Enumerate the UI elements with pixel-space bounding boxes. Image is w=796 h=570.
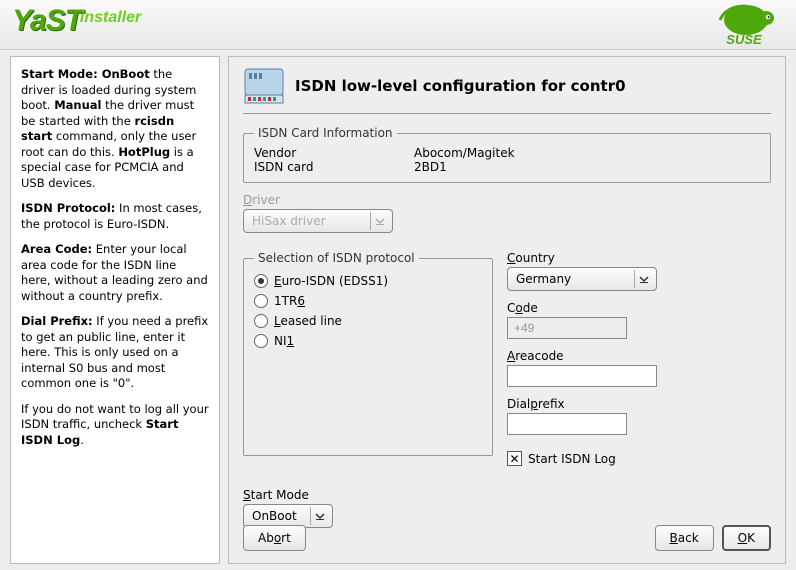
driver-label: Driver (243, 193, 771, 207)
dialprefix-label: Dialprefix (507, 397, 627, 411)
code-label: Code (507, 301, 627, 315)
help-panel: Start Mode: OnBoot the driver is loaded … (10, 56, 220, 564)
startmode-section: Start Mode OnBoot (243, 488, 771, 528)
chevron-down-icon (634, 270, 652, 288)
code-input (507, 317, 627, 339)
page-title: ISDN low-level configuration for contr0 (295, 77, 626, 95)
chevron-down-icon (310, 507, 328, 525)
footer: Abort Back OK (243, 525, 771, 551)
radio-icon (254, 314, 268, 328)
radio-euro-isdn[interactable]: Euro-ISDN (EDSS1) (254, 271, 482, 291)
areacode-label: Areacode (507, 349, 657, 363)
card-label: ISDN card (254, 160, 414, 174)
isdn-card-icon (243, 67, 285, 105)
ok-button[interactable]: OK (722, 525, 771, 551)
page-title-row: ISDN low-level configuration for contr0 (243, 67, 771, 114)
country-label: Country (507, 251, 657, 265)
areacode-input[interactable] (507, 365, 657, 387)
vendor-label: Vendor (254, 146, 414, 160)
header: YaSTinstaller SUSE (0, 0, 796, 50)
card-info-fieldset: ISDN Card Information Vendor Abocom/Magi… (243, 126, 771, 183)
main: Start Mode: OnBoot the driver is loaded … (0, 50, 796, 570)
country-dropdown[interactable]: Germany (507, 267, 657, 291)
radio-icon (254, 294, 268, 308)
radio-1tr6[interactable]: 1TR6 (254, 291, 482, 311)
card-info-legend: ISDN Card Information (254, 126, 397, 140)
radio-icon (254, 274, 268, 288)
checkbox-icon: ✕ (507, 451, 522, 466)
start-isdn-log-checkbox[interactable]: ✕ Start ISDN Log (507, 451, 771, 466)
protocol-legend: Selection of ISDN protocol (254, 251, 419, 265)
startmode-label: Start Mode (243, 488, 771, 502)
radio-icon (254, 334, 268, 348)
dialprefix-input[interactable] (507, 413, 627, 435)
right-column: Country Germany Code Areacode (507, 251, 771, 466)
yast-logo: YaSTinstaller (12, 4, 143, 38)
protocol-fieldset: Selection of ISDN protocol Euro-ISDN (ED… (243, 251, 493, 456)
svg-text:SUSE: SUSE (726, 32, 762, 47)
vendor-value: Abocom/Magitek (414, 146, 515, 160)
abort-button[interactable]: Abort (243, 525, 306, 551)
radio-ni1[interactable]: NI1 (254, 331, 482, 351)
card-value: 2BD1 (414, 160, 447, 174)
driver-dropdown: HiSax driver (243, 209, 393, 233)
radio-leased-line[interactable]: Leased line (254, 311, 482, 331)
suse-logo: SUSE (704, 0, 784, 48)
content-panel: ISDN low-level configuration for contr0 … (228, 56, 786, 564)
back-button[interactable]: Back (655, 525, 714, 551)
chevron-down-icon (370, 212, 388, 230)
